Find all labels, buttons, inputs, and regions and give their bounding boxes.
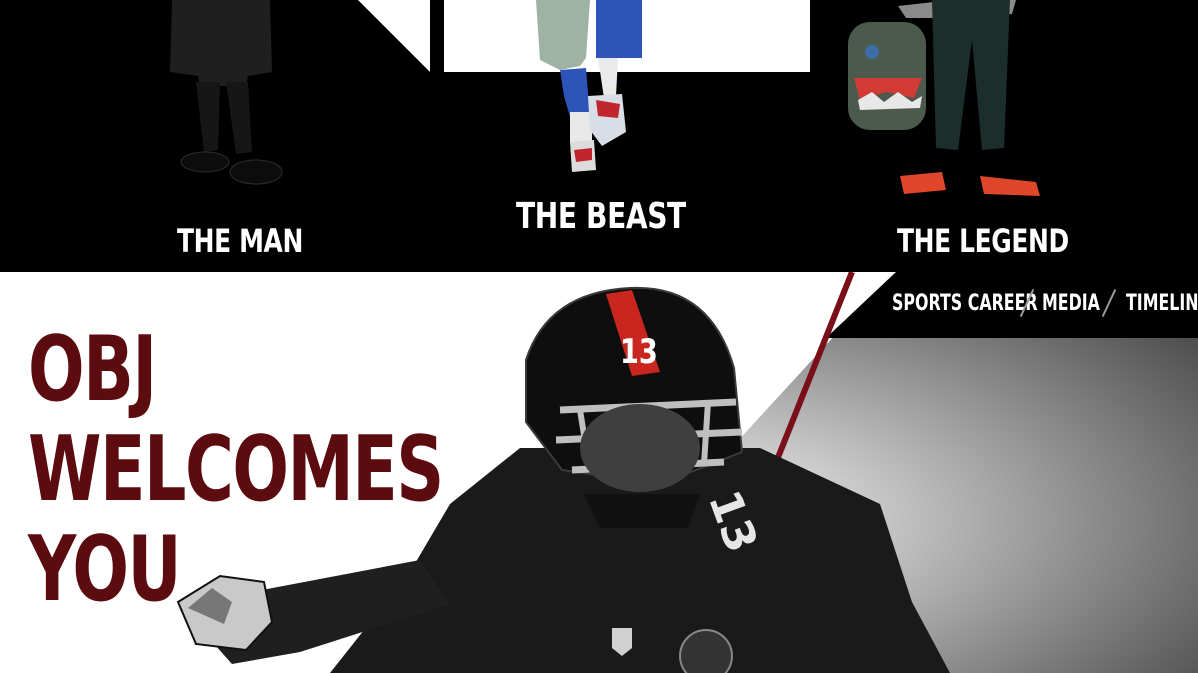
headline-line-3: YOU [28,517,182,622]
nav-link-media[interactable]: MEDIA [1042,291,1100,316]
page: THE MAN THE BEAST THE LEGEND 13 13 OBJ W… [0,0,1198,673]
main-nav: SPORTS CAREER MEDIA TIMELINE [818,272,1198,338]
persona-label-beast: THE BEAST [516,196,686,237]
persona-the-beast[interactable]: THE BEAST [500,0,700,272]
persona-label-legend: THE LEGEND [897,222,1069,260]
headline-line-1: OBJ [28,317,157,422]
persona-label-man: THE MAN [177,222,303,260]
nav-separator [1101,288,1117,318]
persona-section: THE MAN THE BEAST THE LEGEND [0,0,1198,272]
nav-link-sports-career[interactable]: SPORTS CAREER [892,291,1038,316]
helmet-number: 13 [620,332,658,372]
hero-section: 13 13 OBJ WELCOMES YOU SPORTS CAREER MED… [0,272,1198,673]
headline-line-2: WELCOMES [28,417,444,522]
persona-the-man[interactable]: THE MAN [150,0,310,272]
nav-link-timeline[interactable]: TIMELINE [1126,291,1198,316]
hero-headline: OBJ WELCOMES YOU [28,317,444,622]
persona-the-legend[interactable]: THE LEGEND [840,0,1080,272]
